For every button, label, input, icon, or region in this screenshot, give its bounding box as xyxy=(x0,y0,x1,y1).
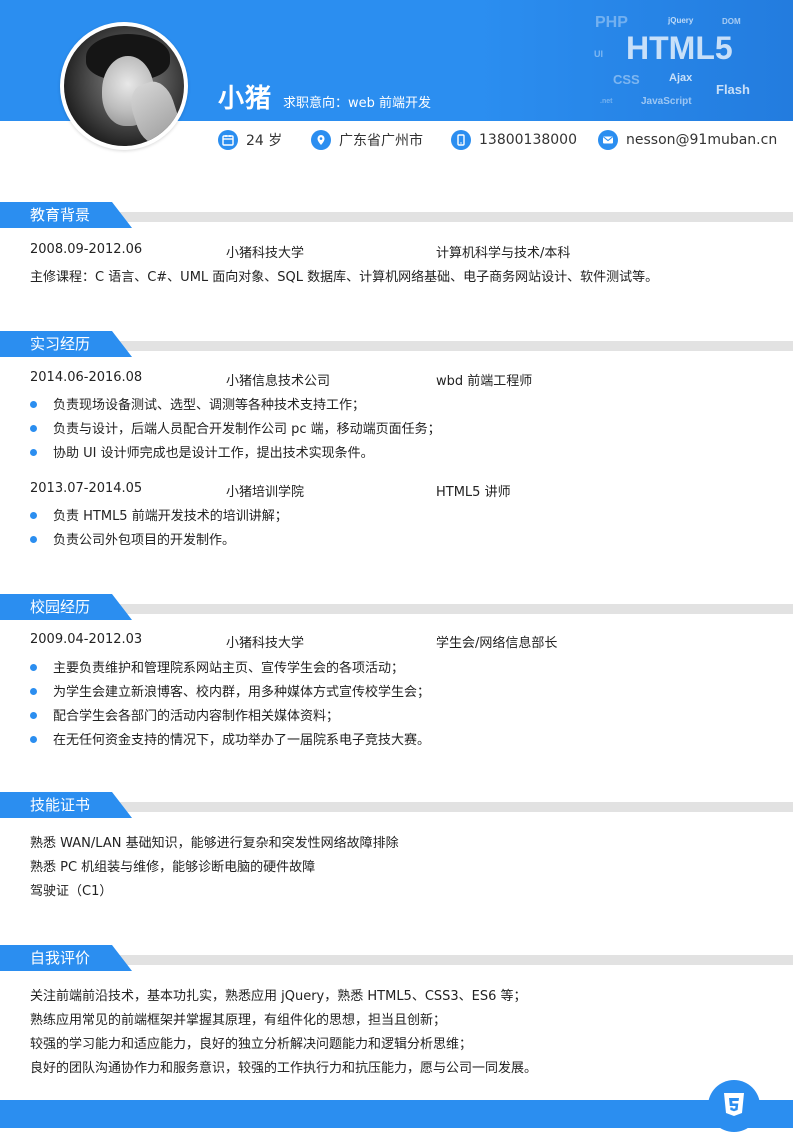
section-title: 教育背景 xyxy=(0,202,132,228)
job-row: 2013.07-2014.05 小猪培训学院 HTML5 讲师 xyxy=(0,481,793,500)
phone-text[interactable]: 13800138000 xyxy=(479,132,577,148)
campus-item: 配合学生会各部门的活动内容制作相关媒体资料； xyxy=(30,705,339,724)
job-duty: 负责 HTML5 前端开发技术的培训讲解； xyxy=(30,505,288,524)
email-text[interactable]: nesson@91muban.cn xyxy=(626,132,777,148)
self-item: 熟练应用常见的前端框架并掌握其原理，有组件化的思想，担当且创新； xyxy=(30,1013,447,1028)
skill-item: 熟悉 PC 机组装与维修，能够诊断电脑的硬件故障 xyxy=(30,860,316,875)
city-text: 广东省广州市 xyxy=(339,133,423,149)
phone-icon xyxy=(451,130,471,150)
keyword-net: .net xyxy=(600,98,613,105)
candidate-name: 小猪 xyxy=(218,84,273,114)
keyword-ui: UI xyxy=(594,49,603,59)
education-row: 2008.09-2012.06 小猪科技大学 计算机科学与技术/本科 xyxy=(0,242,793,261)
section-education-header: 教育背景 xyxy=(0,202,793,228)
job-role: HTML5 讲师 xyxy=(436,485,511,500)
job-company: 小猪信息技术公司 xyxy=(226,374,331,389)
skill-item: 熟悉 WAN/LAN 基础知识，能够进行复杂和突发性网络故障排除 xyxy=(30,836,399,851)
self-item: 关注前端前沿技术，基本功扎实，熟悉应用 jQuery，熟悉 HTML5、CSS3… xyxy=(30,989,527,1004)
job-duty: 协助 UI 设计师完成也是设计工作，提出技术实现条件。 xyxy=(30,442,374,461)
campus-item: 主要负责维护和管理院系网站主页、宣传学生会的各项活动； xyxy=(30,657,404,676)
education-courses: 主修课程：C 语言、C#、UML 面向对象、SQL 数据库、计算机网络基础、电子… xyxy=(30,270,659,285)
info-phone: 13800138000 xyxy=(451,128,577,152)
keyword-jquery: jQuery xyxy=(668,16,694,25)
job-period: 2014.06-2016.08 xyxy=(30,370,143,385)
job-company: 小猪培训学院 xyxy=(226,485,305,500)
keyword-javascript: JavaScript xyxy=(641,96,692,107)
keyword-css: CSS xyxy=(613,72,640,87)
location-icon xyxy=(311,130,331,150)
calendar-icon xyxy=(218,130,238,150)
campus-item: 为学生会建立新浪博客、校内群，用多种媒体方式宣传校学生会； xyxy=(30,681,430,700)
education-school: 小猪科技大学 xyxy=(226,246,305,261)
job-row: 2014.06-2016.08 小猪信息技术公司 wbd 前端工程师 xyxy=(0,370,793,389)
self-item: 较强的学习能力和适应能力，良好的独立分析解决问题能力和逻辑分析思维； xyxy=(30,1037,473,1052)
education-major: 计算机科学与技术/本科 xyxy=(436,246,571,261)
section-skills-header: 技能证书 xyxy=(0,792,793,818)
campus-period: 2009.04-2012.03 xyxy=(30,632,143,647)
education-period: 2008.09-2012.06 xyxy=(30,242,143,257)
keyword-dom: DOM xyxy=(722,17,741,26)
footer-badge xyxy=(708,1080,760,1132)
skill-item: 驾驶证（C1） xyxy=(30,884,113,899)
job-period: 2013.07-2014.05 xyxy=(30,481,143,496)
section-self-header: 自我评价 xyxy=(0,945,793,971)
section-title: 自我评价 xyxy=(0,945,132,971)
html5-icon xyxy=(724,1093,744,1116)
keyword-flash: Flash xyxy=(716,82,750,97)
keyword-ajax: Ajax xyxy=(669,72,693,84)
campus-item: 在无任何资金支持的情况下，成功举办了一届院系电子竞技大赛。 xyxy=(30,729,430,748)
keyword-php: PHP xyxy=(595,14,628,31)
section-campus-header: 校园经历 xyxy=(0,594,793,620)
self-item: 良好的团队沟通协作力和服务意识，较强的工作执行力和抗压能力，愿与公司一同发展。 xyxy=(30,1061,538,1076)
keyword-html5: HTML5 xyxy=(626,30,733,66)
section-internship-header: 实习经历 xyxy=(0,331,793,357)
avatar xyxy=(64,26,184,146)
job-duty: 负责公司外包项目的开发制作。 xyxy=(30,529,235,548)
info-age: 24 岁 xyxy=(218,128,282,152)
info-email: nesson@91muban.cn xyxy=(598,128,777,152)
email-icon xyxy=(598,130,618,150)
section-title: 技能证书 xyxy=(0,792,132,818)
section-title: 校园经历 xyxy=(0,594,132,620)
section-title: 实习经历 xyxy=(0,331,132,357)
campus-row: 2009.04-2012.03 小猪科技大学 学生会/网络信息部长 xyxy=(0,632,793,651)
campus-role: 学生会/网络信息部长 xyxy=(436,636,558,651)
job-duty: 负责现场设备测试、选型、调测等各种技术支持工作； xyxy=(30,394,365,413)
job-intent: 求职意向：web 前端开发 xyxy=(283,96,432,111)
footer-bar xyxy=(0,1100,793,1128)
job-duty: 负责与设计，后端人员配合开发制作公司 pc 端，移动端页面任务； xyxy=(30,418,441,437)
info-city: 广东省广州市 xyxy=(311,128,423,152)
job-role: wbd 前端工程师 xyxy=(436,374,533,389)
campus-school: 小猪科技大学 xyxy=(226,636,305,651)
age-text: 24 岁 xyxy=(246,133,283,149)
